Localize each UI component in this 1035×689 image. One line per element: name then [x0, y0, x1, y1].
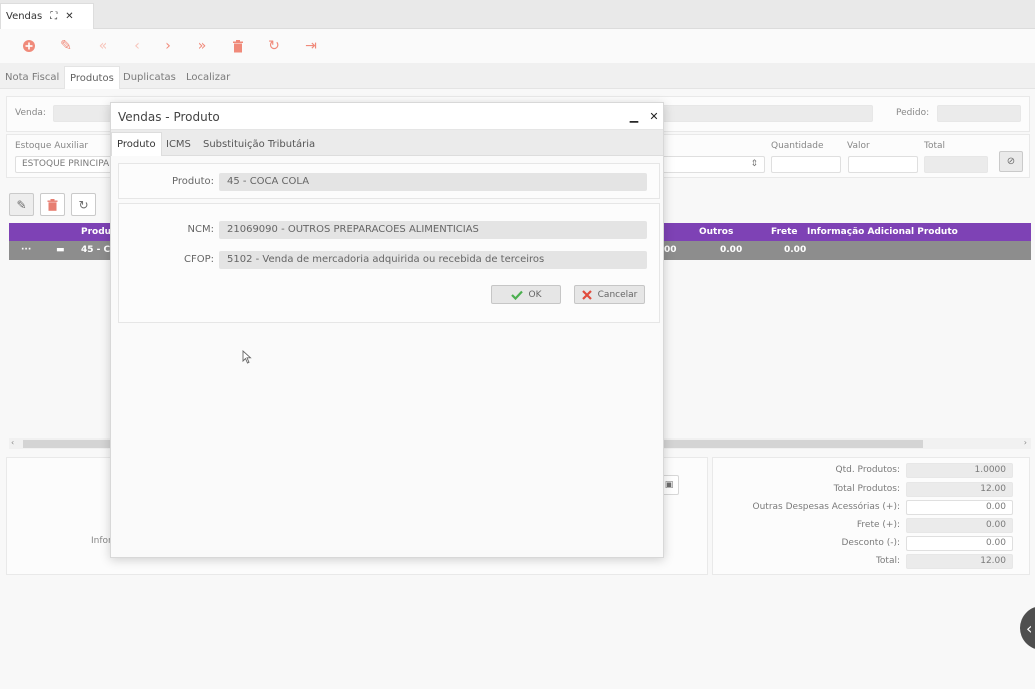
tab-icms[interactable]: ICMS [161, 132, 196, 156]
cancel-button[interactable]: Cancelar [574, 285, 645, 304]
produto-label: Produto: [172, 176, 214, 187]
minimize-icon[interactable]: ▁ [626, 108, 642, 124]
close-icon[interactable]: ✕ [646, 108, 662, 124]
vendas-produto-dialog: Vendas - Produto ▁ ✕ Produto ICMS Substi… [110, 102, 664, 558]
produto-fieldset: Produto: 45 - COCA COLA [118, 163, 660, 199]
mouse-cursor-icon [242, 350, 252, 364]
window-tab-bar: Vendas ⛶ ✕ [0, 0, 1035, 29]
ncm-label: NCM: [187, 224, 214, 235]
add-circle-icon[interactable] [19, 36, 39, 56]
tab-substituicao-tributaria[interactable]: Substituição Tributária [198, 132, 320, 156]
produto-field: 45 - COCA COLA [219, 173, 647, 191]
dialog-title: Vendas - Produto [118, 110, 220, 124]
tab-produto[interactable]: Produto [111, 132, 162, 156]
prev-record-icon[interactable]: ‹ [127, 36, 147, 56]
dialog-title-bar[interactable]: Vendas - Produto ▁ ✕ [111, 103, 663, 130]
ncm-field[interactable]: 21069090 - OUTROS PREPARACOES ALIMENTICI… [219, 221, 647, 239]
cancel-label: Cancelar [597, 289, 638, 300]
expand-icon[interactable]: ⛶ [50, 11, 57, 22]
window-tab-vendas[interactable]: Vendas ⛶ ✕ [0, 3, 94, 29]
cross-icon [581, 289, 592, 300]
window-tab-title: Vendas [6, 11, 43, 22]
refresh-icon[interactable]: ↻ [264, 36, 284, 56]
close-icon[interactable]: ✕ [65, 11, 73, 22]
last-record-icon[interactable]: » [192, 36, 212, 56]
exit-icon[interactable]: ⇥ [301, 36, 321, 56]
classificacao-fieldset: NCM: 21069090 - OUTROS PREPARACOES ALIME… [118, 203, 660, 323]
first-record-icon[interactable]: « [93, 36, 113, 56]
cfop-label: CFOP: [183, 254, 214, 265]
next-record-icon[interactable]: › [158, 36, 178, 56]
dialog-tabs: Produto ICMS Substituição Tributária [111, 130, 663, 156]
delete-trash-icon[interactable] [228, 36, 248, 56]
cfop-field[interactable]: 5102 - Venda de mercadoria adquirida ou … [219, 251, 647, 269]
ok-label: OK [528, 289, 542, 300]
check-icon [510, 290, 523, 300]
ok-button[interactable]: OK [491, 285, 561, 304]
edit-pencil-icon[interactable]: ✎ [56, 36, 76, 56]
record-toolbar: ✎ « ‹ › » ↻ ⇥ [0, 29, 1035, 63]
